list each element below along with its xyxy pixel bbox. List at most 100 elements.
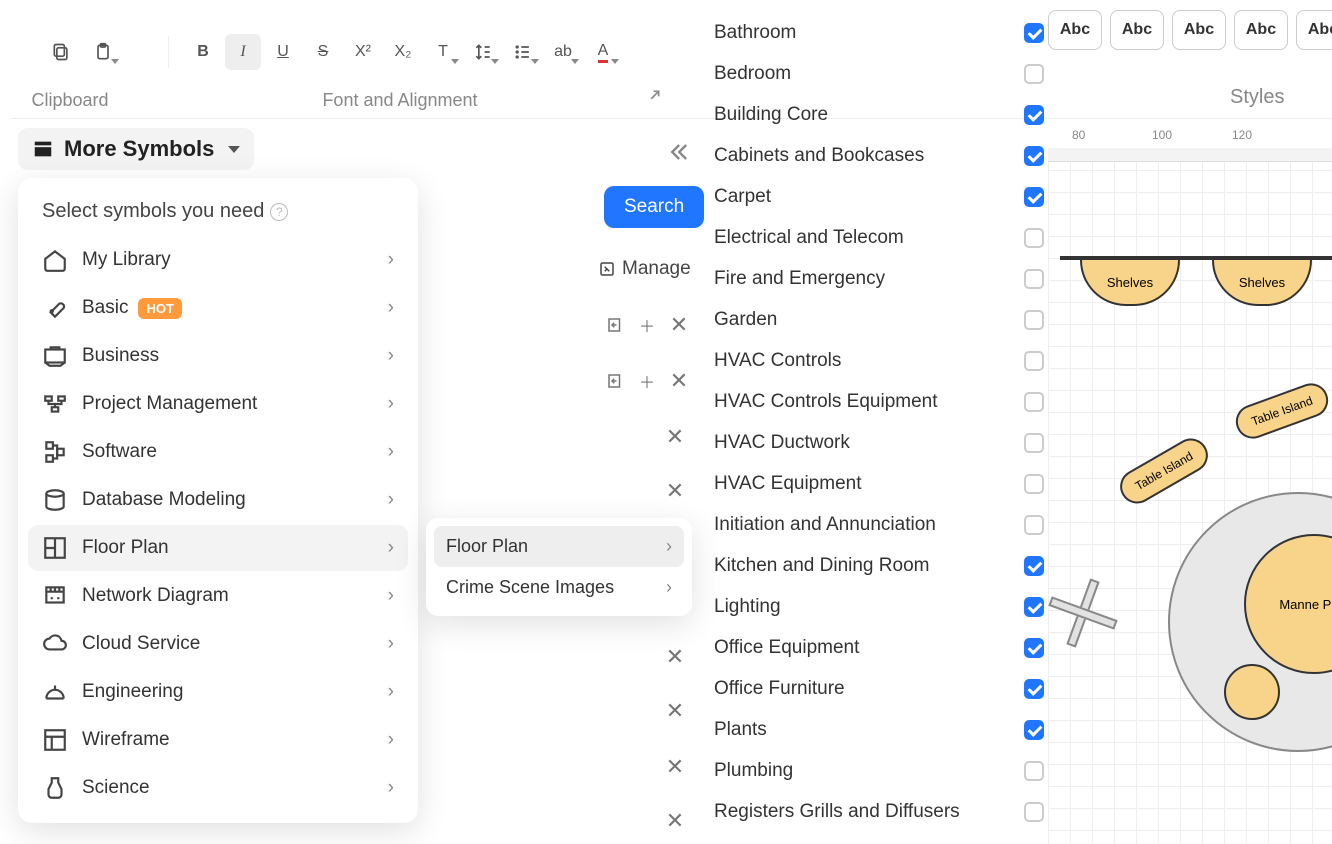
text-color-button[interactable]: T: [425, 34, 461, 70]
checkbox[interactable]: [1024, 556, 1044, 576]
add-icon[interactable]: ＋: [636, 370, 658, 392]
checklist-item-kitchen-and-dining-room[interactable]: Kitchen and Dining Room: [714, 545, 1044, 586]
bold-button[interactable]: B: [185, 34, 221, 70]
small-circle-shape[interactable]: [1224, 664, 1280, 720]
import-icon[interactable]: [604, 370, 626, 392]
checklist-label: HVAC Ductwork: [714, 432, 850, 454]
style-swatch[interactable]: Abc: [1234, 10, 1288, 50]
category-engineering[interactable]: Engineering›: [28, 669, 408, 715]
shelf-shape[interactable]: Shelves: [1212, 260, 1312, 306]
close-icon[interactable]: ✕: [664, 810, 686, 832]
divider: [10, 118, 1332, 119]
close-icon[interactable]: ✕: [664, 756, 686, 778]
superscript-button[interactable]: X²: [345, 34, 381, 70]
checklist-item-plants[interactable]: Plants: [714, 709, 1044, 750]
checkbox[interactable]: [1024, 761, 1044, 781]
checkbox[interactable]: [1024, 146, 1044, 166]
checkbox[interactable]: [1024, 392, 1044, 412]
copy-button[interactable]: [43, 34, 79, 70]
close-icon[interactable]: ✕: [664, 646, 686, 668]
checklist-item-lighting[interactable]: Lighting: [714, 586, 1044, 627]
checklist-item-building-core[interactable]: Building Core: [714, 94, 1044, 135]
italic-button[interactable]: I: [225, 34, 261, 70]
style-swatch[interactable]: Abc: [1296, 10, 1332, 50]
checklist-item-bathroom[interactable]: Bathroom: [714, 12, 1044, 53]
checkbox[interactable]: [1024, 228, 1044, 248]
category-database-modeling[interactable]: Database Modeling›: [28, 477, 408, 523]
category-network-diagram[interactable]: Network Diagram›: [28, 573, 408, 619]
close-icon[interactable]: ✕: [664, 426, 686, 448]
close-icon[interactable]: ✕: [664, 700, 686, 722]
checkbox[interactable]: [1024, 310, 1044, 330]
table-island-shape[interactable]: Table Island: [1231, 379, 1332, 444]
category-business[interactable]: Business›: [28, 333, 408, 379]
category-project-management[interactable]: Project Management›: [28, 381, 408, 427]
checkbox[interactable]: [1024, 23, 1044, 43]
checklist-item-office-equipment[interactable]: Office Equipment: [714, 627, 1044, 668]
table-island-shape[interactable]: Table Island: [1114, 432, 1214, 509]
checkbox[interactable]: [1024, 64, 1044, 84]
checklist-item-registers-grills-and-diffusers[interactable]: Registers Grills and Diffusers: [714, 791, 1044, 832]
underline-button[interactable]: U: [265, 34, 301, 70]
category-basic[interactable]: BasicHOT›: [28, 285, 408, 331]
checkbox[interactable]: [1024, 269, 1044, 289]
category-software[interactable]: Software›: [28, 429, 408, 475]
style-swatch[interactable]: Abc: [1172, 10, 1226, 50]
checklist-item-fire-and-emergency[interactable]: Fire and Emergency: [714, 258, 1044, 299]
category-floor-plan[interactable]: Floor Plan›: [28, 525, 408, 571]
line-spacing-button[interactable]: [465, 34, 501, 70]
checkbox[interactable]: [1024, 679, 1044, 699]
category-my-library[interactable]: My Library›: [28, 237, 408, 283]
checkbox[interactable]: [1024, 433, 1044, 453]
shelf-shape[interactable]: Shelves: [1080, 260, 1180, 306]
paste-button[interactable]: [85, 34, 121, 70]
collapse-sidebar-icon[interactable]: [664, 138, 692, 171]
category-science[interactable]: Science›: [28, 765, 408, 811]
checkbox[interactable]: [1024, 351, 1044, 371]
style-swatch[interactable]: Abc: [1048, 10, 1102, 50]
category-cloud-service[interactable]: Cloud Service›: [28, 621, 408, 667]
search-button[interactable]: Search: [604, 186, 704, 228]
checkbox[interactable]: [1024, 720, 1044, 740]
checklist-item-cabinets-and-bookcases[interactable]: Cabinets and Bookcases: [714, 135, 1044, 176]
checklist-item-hvac-controls-equipment[interactable]: HVAC Controls Equipment: [714, 381, 1044, 422]
checklist-item-hvac-equipment[interactable]: HVAC Equipment: [714, 463, 1044, 504]
sub-item-floor-plan[interactable]: Floor Plan›: [434, 526, 684, 567]
close-icon[interactable]: ✕: [668, 314, 690, 336]
strikethrough-button[interactable]: S: [305, 34, 341, 70]
checklist-label: Office Furniture: [714, 678, 845, 700]
add-icon[interactable]: ＋: [636, 314, 658, 336]
checklist-item-electrical-and-telecom[interactable]: Electrical and Telecom: [714, 217, 1044, 258]
checkbox[interactable]: [1024, 597, 1044, 617]
checklist-item-carpet[interactable]: Carpet: [714, 176, 1044, 217]
checklist-item-hvac-controls[interactable]: HVAC Controls: [714, 340, 1044, 381]
category-wireframe[interactable]: Wireframe›: [28, 717, 408, 763]
close-icon[interactable]: ✕: [668, 370, 690, 392]
checkbox[interactable]: [1024, 802, 1044, 822]
close-icon[interactable]: ✕: [664, 480, 686, 502]
manage-link[interactable]: Manage: [598, 258, 691, 280]
import-icon[interactable]: [604, 314, 626, 336]
checkbox[interactable]: [1024, 105, 1044, 125]
style-swatch[interactable]: Abc: [1110, 10, 1164, 50]
help-icon[interactable]: ?: [270, 203, 288, 221]
list-button[interactable]: [505, 34, 541, 70]
checklist-item-office-furniture[interactable]: Office Furniture: [714, 668, 1044, 709]
font-color-button[interactable]: A: [585, 34, 621, 70]
checklist-item-initiation-and-annunciation[interactable]: Initiation and Annunciation: [714, 504, 1044, 545]
checklist-item-bedroom[interactable]: Bedroom: [714, 53, 1044, 94]
checkbox[interactable]: [1024, 187, 1044, 207]
more-symbols-button[interactable]: More Symbols: [18, 128, 254, 170]
text-transform-button[interactable]: ab: [545, 34, 581, 70]
checkbox[interactable]: [1024, 515, 1044, 535]
expand-group-icon[interactable]: [642, 88, 662, 113]
checkbox[interactable]: [1024, 474, 1044, 494]
checklist-item-plumbing[interactable]: Plumbing: [714, 750, 1044, 791]
subscript-button[interactable]: X₂: [385, 34, 421, 70]
checklist-item-hvac-ductwork[interactable]: HVAC Ductwork: [714, 422, 1044, 463]
fan-shape[interactable]: [1048, 568, 1128, 658]
checklist-item-garden[interactable]: Garden: [714, 299, 1044, 340]
checkbox[interactable]: [1024, 638, 1044, 658]
sub-item-crime-scene-images[interactable]: Crime Scene Images›: [434, 567, 684, 608]
canvas[interactable]: Shelves Shelves Table Island Table Islan…: [1048, 148, 1332, 844]
